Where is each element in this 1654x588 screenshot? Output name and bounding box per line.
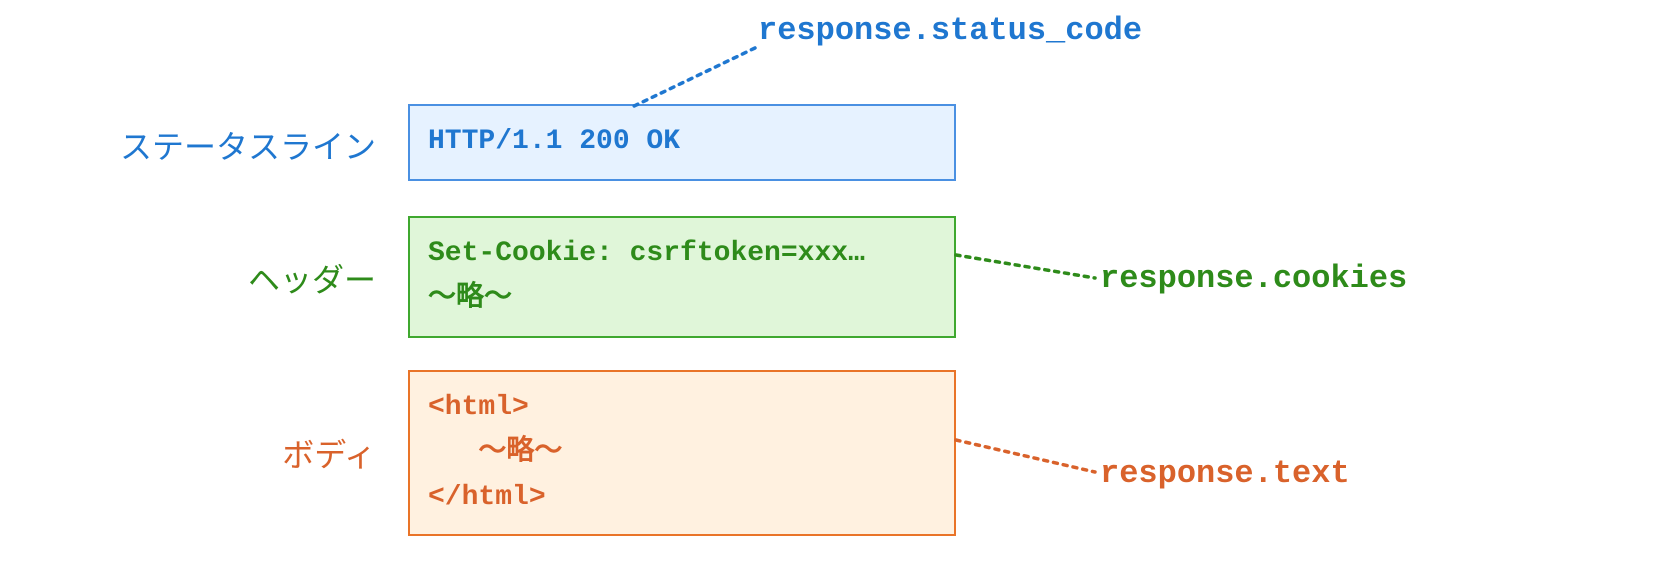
annotation-status-code: response.status_code xyxy=(758,12,1142,49)
annotation-cookies: response.cookies xyxy=(1100,260,1407,297)
status-line-box: HTTP/1.1 200 OK xyxy=(408,104,956,181)
annotation-text: response.text xyxy=(1100,455,1350,492)
label-body: ボディ xyxy=(282,430,376,476)
label-header: ヘッダー xyxy=(248,255,376,301)
header-box: Set-Cookie: csrftoken=xxx… 〜略〜 xyxy=(408,216,956,338)
body-box: <html> 〜略〜 </html> xyxy=(408,370,956,536)
label-status-line: ステータスライン xyxy=(120,122,376,168)
